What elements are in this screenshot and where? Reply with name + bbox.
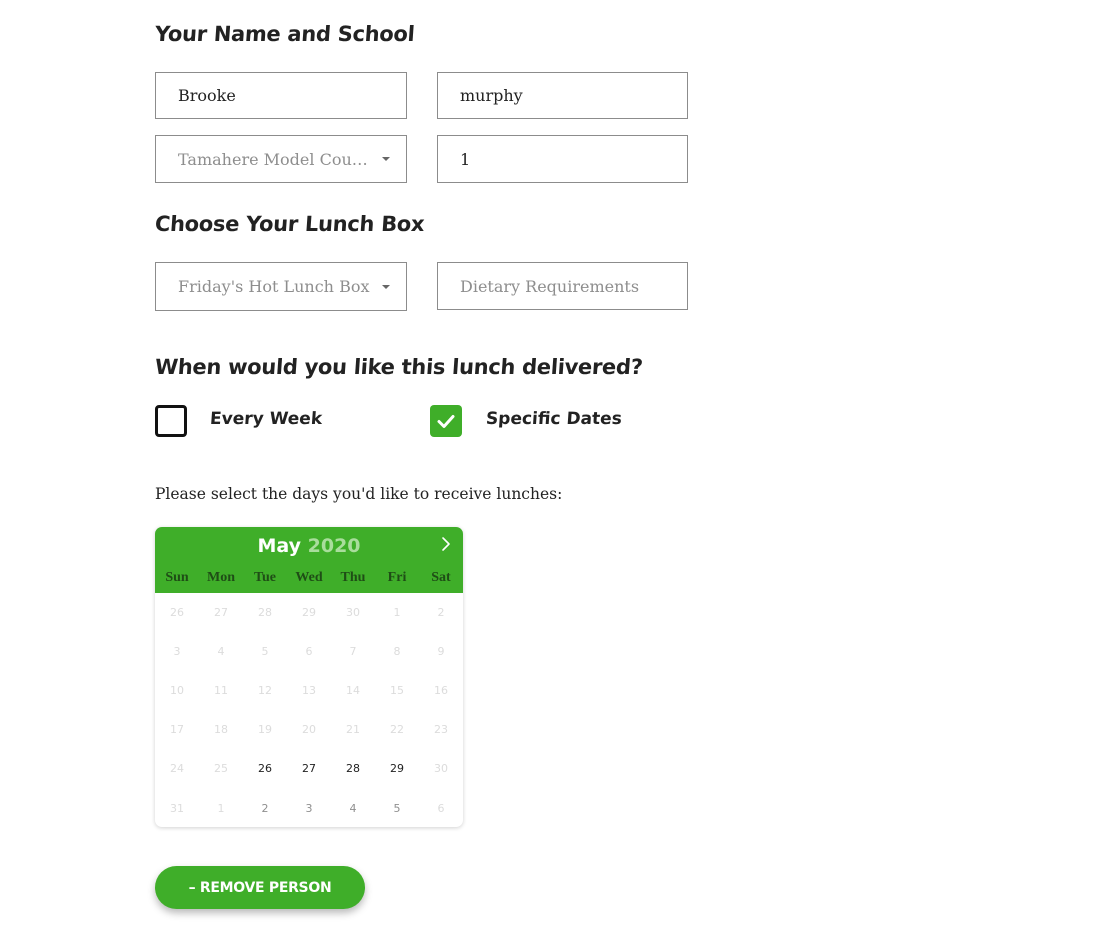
- calendar-day: 16: [434, 684, 448, 698]
- room-input[interactable]: [438, 136, 687, 182]
- lunch-box-select-value: Friday's Hot Lunch Box: [178, 277, 370, 296]
- calendar-week-row: 10 11 12 13 14 15 16: [155, 671, 463, 710]
- checkmark-icon: [437, 415, 455, 428]
- section-heading-lunch-box: Choose Your Lunch Box: [154, 212, 426, 236]
- calendar-week-row: 24 25 26 27 28 29 30: [155, 749, 463, 788]
- calendar-day: 22: [390, 723, 404, 737]
- calendar-day-selectable[interactable]: 28: [331, 762, 375, 775]
- weekday-label: Wed: [295, 570, 323, 585]
- calendar-day: 14: [346, 684, 360, 698]
- last-name-input[interactable]: [438, 73, 687, 118]
- calendar-day: 6: [305, 645, 313, 659]
- calendar-day: 15: [390, 684, 404, 698]
- calendar-day: 5: [393, 801, 401, 815]
- calendar-day: 27: [214, 606, 228, 620]
- section-heading-name-school: Your Name and School: [154, 22, 416, 46]
- specific-dates-label: Specific Dates: [485, 409, 623, 429]
- weekday-label: Fri: [387, 570, 407, 585]
- caret-down-icon: [382, 284, 390, 289]
- calendar-day: 4: [217, 645, 225, 659]
- lunch-box-select[interactable]: Friday's Hot Lunch Box: [155, 262, 407, 311]
- calendar-day: 29: [302, 606, 316, 620]
- section-heading-delivery: When would you like this lunch delivered…: [154, 355, 644, 379]
- every-week-checkbox[interactable]: [155, 405, 187, 437]
- specific-dates-checkbox[interactable]: [430, 405, 462, 437]
- calendar-day: 28: [258, 606, 272, 620]
- calendar-day: 9: [437, 645, 445, 659]
- calendar-day: 7: [349, 645, 357, 659]
- school-select[interactable]: Tamahere Model Coun...: [155, 135, 407, 183]
- date-picker-calendar: May 2020 Sun Mon Tue Wed Thu Fri Sat 26 2…: [155, 527, 463, 827]
- calendar-week-row: 26 27 28 29 30 1 2: [155, 593, 463, 632]
- calendar-day: 23: [434, 723, 448, 737]
- calendar-month: May: [257, 535, 301, 557]
- calendar-day: 3: [305, 801, 313, 815]
- calendar-day: 31: [170, 801, 184, 815]
- calendar-day-selectable[interactable]: 26: [243, 762, 287, 775]
- calendar-header: May 2020 Sun Mon Tue Wed Thu Fri Sat: [155, 527, 463, 593]
- calendar-day: 5: [261, 645, 269, 659]
- calendar-day: 2: [261, 801, 269, 815]
- last-name-field[interactable]: [437, 72, 688, 119]
- calendar-day-selectable[interactable]: 29: [375, 762, 419, 775]
- weekday-label: Tue: [253, 570, 277, 585]
- calendar-day: 13: [302, 684, 316, 698]
- calendar-day: 6: [437, 801, 445, 815]
- calendar-day: 30: [346, 606, 360, 620]
- weekday-label: Thu: [340, 570, 366, 585]
- every-week-label: Every Week: [209, 409, 323, 429]
- calendar-day: 25: [214, 762, 228, 776]
- calendar-day: 30: [434, 762, 448, 776]
- weekday-header-row: Sun Mon Tue Wed Thu Fri Sat: [155, 570, 463, 586]
- calendar-day: 1: [393, 606, 401, 620]
- caret-down-icon: [382, 157, 390, 161]
- calendar-day: 1: [217, 801, 225, 815]
- remove-person-button[interactable]: – REMOVE PERSON: [155, 866, 365, 909]
- school-select-value: Tamahere Model Coun...: [178, 149, 372, 169]
- weekday-label: Sat: [431, 570, 451, 585]
- calendar-day: 17: [170, 723, 184, 737]
- calendar-week-row: 17 18 19 20 21 22 23: [155, 710, 463, 749]
- dietary-input[interactable]: [438, 263, 687, 309]
- calendar-day: 24: [170, 762, 184, 776]
- calendar-year: 2020: [307, 535, 361, 557]
- calendar-week-row: 31 1 2 3 4 5 6: [155, 788, 463, 827]
- dietary-field[interactable]: [437, 262, 688, 310]
- calendar-day: 2: [437, 606, 445, 620]
- calendar-day-grid: 26 27 28 29 30 1 2 3 4 5 6 7 8 9 10 11 12 13 14 15 16 17 18 19 2…: [155, 593, 463, 827]
- calendar-day: 26: [170, 606, 184, 620]
- weekday-label: Mon: [207, 570, 235, 585]
- calendar-day: 3: [173, 645, 181, 659]
- calendar-day: 21: [346, 723, 360, 737]
- calendar-day: 19: [258, 723, 272, 737]
- room-field[interactable]: [437, 135, 688, 183]
- calendar-month-year: May 2020: [155, 535, 463, 557]
- calendar-day: 8: [393, 645, 401, 659]
- calendar-day: 20: [302, 723, 316, 737]
- calendar-day: 4: [349, 801, 357, 815]
- chevron-right-icon[interactable]: [440, 536, 452, 556]
- calendar-day: 10: [170, 684, 184, 698]
- calendar-week-row: 3 4 5 6 7 8 9: [155, 632, 463, 671]
- date-selection-prompt: Please select the days you'd like to rec…: [155, 485, 563, 503]
- weekday-label: Sun: [165, 570, 189, 585]
- first-name-field[interactable]: [155, 72, 407, 119]
- calendar-day: 12: [258, 684, 272, 698]
- calendar-day-selectable[interactable]: 27: [287, 762, 331, 775]
- calendar-day: 11: [214, 684, 228, 698]
- first-name-input[interactable]: [156, 73, 406, 118]
- calendar-day: 18: [214, 723, 228, 737]
